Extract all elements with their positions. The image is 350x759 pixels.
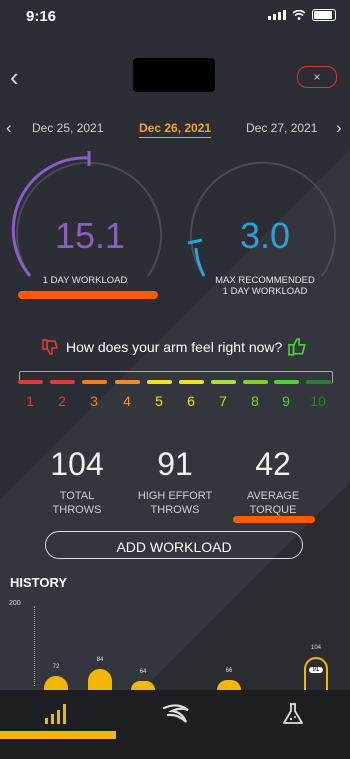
wifi-icon <box>292 10 306 20</box>
average-torque-label: AVERAGE TORQUE <box>246 490 300 516</box>
history-axis-max: 200 <box>9 600 21 607</box>
high-effort-throws-value: 91 <box>157 446 193 482</box>
workload-value: 15.1 <box>54 215 126 256</box>
flask-icon <box>283 703 303 724</box>
date-prev[interactable]: Dec 25, 2021 <box>32 121 103 135</box>
thumbs-down-icon[interactable] <box>42 338 60 356</box>
feel-scale-segment[interactable] <box>82 380 107 384</box>
back-button[interactable]: ‹ <box>10 62 19 93</box>
feel-scale-number[interactable]: 6 <box>181 393 201 409</box>
feel-scale-segment[interactable] <box>50 380 75 384</box>
history-bar-label: 72 <box>52 664 60 670</box>
feel-scale-number[interactable]: 10 <box>308 393 328 409</box>
history-bar[interactable]: 91 <box>304 657 328 692</box>
nav-active-indicator <box>0 731 116 739</box>
workload-highlight <box>18 291 158 299</box>
high-effort-throws-label: HIGH EFFORT THROWS <box>137 490 213 516</box>
torque-highlight <box>233 516 315 523</box>
feel-scale-segment[interactable] <box>179 380 204 384</box>
feel-scale-number[interactable]: 1 <box>20 393 40 409</box>
max-recommended-label: MAX RECOMMENDED 1 DAY WORKLOAD <box>215 275 315 297</box>
feel-scale-segment[interactable] <box>243 380 268 384</box>
nav-throws-tab[interactable] <box>162 702 190 731</box>
bar-chart-icon <box>45 704 66 724</box>
feel-scale-number[interactable]: 8 <box>245 393 265 409</box>
history-bar-label: 84 <box>96 657 104 663</box>
chevron-left-icon: ‹ <box>10 62 19 92</box>
feel-scale-segment[interactable] <box>147 380 172 384</box>
feel-scale-segment[interactable] <box>274 380 299 384</box>
nav-stats-tab[interactable] <box>44 702 68 729</box>
history-bar[interactable] <box>131 681 155 690</box>
status-time: 9:16 <box>26 8 57 25</box>
arm-feel-question: How does your arm feel right now? <box>42 337 308 357</box>
thumbs-up-icon[interactable] <box>288 337 308 357</box>
feel-scale-number[interactable]: 7 <box>213 393 233 409</box>
feel-scale-segment[interactable] <box>18 380 43 384</box>
next-date-arrow[interactable]: › <box>336 118 342 138</box>
history-title: HISTORY <box>10 575 68 590</box>
feel-scale-number[interactable]: 5 <box>149 393 169 409</box>
history-bar-label: 66 <box>225 668 233 674</box>
workload-label: 1 DAY WORKLOAD <box>42 275 128 286</box>
feel-scale-segment[interactable] <box>306 380 331 384</box>
nav-lab-tab[interactable] <box>281 702 305 731</box>
history-bar[interactable] <box>88 669 112 690</box>
feel-scale-number[interactable]: 2 <box>52 393 72 409</box>
feel-scale-number[interactable]: 4 <box>117 393 137 409</box>
history-bar-label: 64 <box>139 669 147 675</box>
arm-feel-question-text: How does your arm feel right now? <box>66 339 283 355</box>
average-torque-value: 42 <box>255 446 291 482</box>
prev-date-arrow[interactable]: ‹ <box>6 118 12 138</box>
feel-scale-number[interactable]: 9 <box>276 393 296 409</box>
status-icons <box>268 9 336 21</box>
history-bar-label: 104 <box>310 645 321 651</box>
battery-icon <box>312 9 336 21</box>
history-bar-inner-label: 91 <box>309 667 323 673</box>
date-current[interactable]: Dec 26, 2021 <box>139 121 212 138</box>
feel-scale-number[interactable]: 3 <box>84 393 104 409</box>
feel-scale-segment[interactable] <box>115 380 140 384</box>
total-throws-value: 104 <box>50 446 104 482</box>
total-throws-label: TOTAL THROWS <box>52 490 102 516</box>
feel-scale-segment[interactable] <box>211 380 236 384</box>
redacted-title <box>133 58 215 92</box>
date-next[interactable]: Dec 27, 2021 <box>246 121 317 135</box>
history-bar[interactable] <box>217 680 241 690</box>
max-recommended-value: 3.0 <box>239 215 291 256</box>
signal-icon <box>268 10 286 20</box>
history-axis <box>34 606 36 686</box>
add-workload-button[interactable]: ADD WORKLOAD <box>45 531 303 559</box>
swoosh-icon <box>162 704 189 723</box>
close-button[interactable]: × <box>297 66 337 88</box>
